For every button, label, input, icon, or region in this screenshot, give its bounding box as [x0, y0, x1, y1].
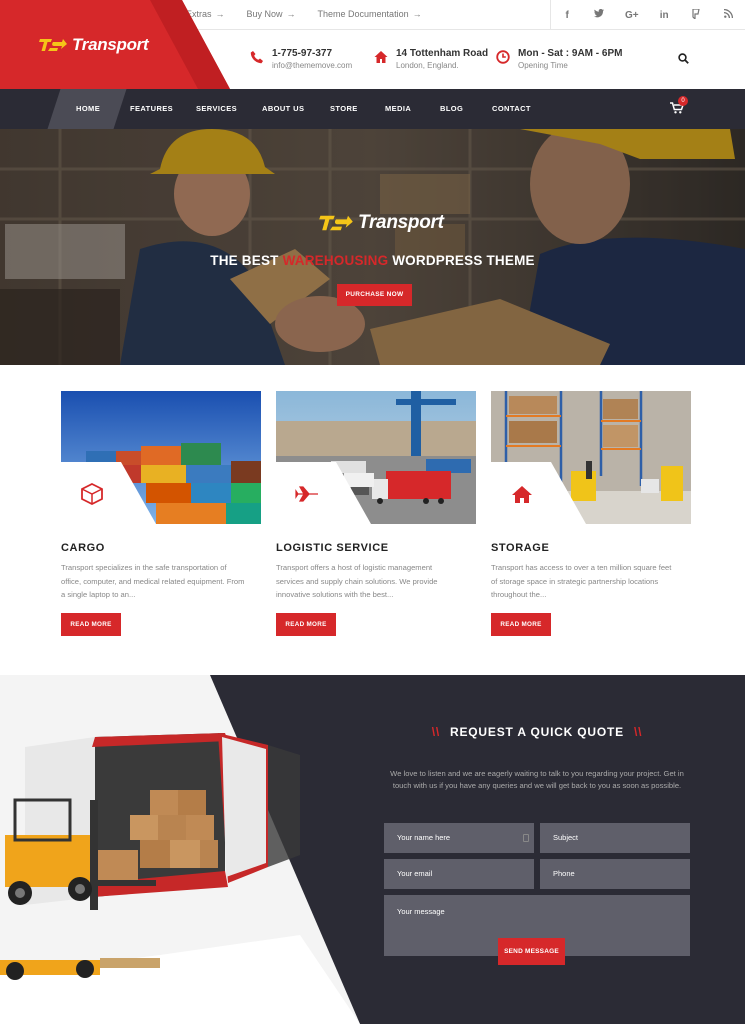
- search-icon[interactable]: [678, 53, 689, 64]
- hero-title-highlight: WAREHOUSING: [282, 253, 389, 268]
- logo-text: Transport: [72, 35, 149, 54]
- storage-image[interactable]: [491, 391, 691, 524]
- nav-item-media[interactable]: MEDIA: [385, 104, 411, 113]
- email-address: info@thememove.com: [272, 61, 353, 70]
- contact-hours: Mon - Sat : 9AM - 6PM Opening Time: [496, 48, 622, 70]
- phone-number: 1-775-97-377: [272, 48, 333, 59]
- quote-section: \\ REQUEST A QUICK QUOTE \\ We love to lis…: [0, 675, 745, 1024]
- top-link-theme-documentation[interactable]: Theme Documentation →: [318, 9, 422, 19]
- opening-hours: Mon - Sat : 9AM - 6PM: [518, 48, 623, 59]
- service-title[interactable]: LOGISTIC SERVICE: [276, 542, 389, 554]
- email-field[interactable]: Your email: [384, 859, 534, 889]
- nav-item-about-us[interactable]: ABOUT US: [262, 104, 304, 113]
- read-more-button[interactable]: READ MORE: [61, 613, 121, 636]
- address-line: 14 Tottenham Road: [396, 48, 489, 59]
- service-title[interactable]: CARGO: [61, 542, 105, 554]
- home-icon: [374, 51, 388, 63]
- rss-icon[interactable]: [722, 8, 736, 21]
- site-logo[interactable]: Transport: [38, 35, 149, 55]
- logo-mark-icon: [39, 39, 67, 51]
- hero-logo: Transport: [318, 212, 444, 234]
- hero-photo: [0, 129, 745, 365]
- cart-count-badge: 0: [678, 96, 688, 106]
- opening-time-label: Opening Time: [518, 61, 568, 70]
- hero-banner: Transport THE BEST WAREHOUSING WORDPRESS…: [0, 129, 745, 365]
- contact-phone: 1-775-97-377 info@thememove.com: [250, 48, 352, 70]
- phone-field[interactable]: Phone: [540, 859, 690, 889]
- nav-item-home[interactable]: HOME: [76, 104, 100, 113]
- main-nav: HOME FEATURES SERVICES ABOUT US STORE ME…: [0, 89, 745, 129]
- service-card-cargo: CARGO Transport specializes in the safe …: [61, 391, 261, 636]
- top-link-buy-now[interactable]: Buy Now →: [247, 9, 296, 19]
- contact-card-icon: [523, 834, 529, 842]
- linkedin-icon[interactable]: in: [657, 10, 671, 21]
- google-plus-icon[interactable]: G+: [625, 10, 639, 21]
- arrow-right-icon: →: [286, 9, 296, 19]
- logistic-image[interactable]: [276, 391, 476, 524]
- purchase-now-button[interactable]: PURCHASE NOW: [337, 284, 412, 306]
- nav-item-services[interactable]: SERVICES: [196, 104, 237, 113]
- nav-item-store[interactable]: STORE: [330, 104, 358, 113]
- quote-title: \\ REQUEST A QUICK QUOTE \\: [431, 725, 643, 739]
- subject-field[interactable]: Subject: [540, 823, 690, 853]
- cargo-image[interactable]: [61, 391, 261, 524]
- twitter-icon[interactable]: [592, 8, 606, 21]
- nav-item-blog[interactable]: BLOG: [440, 104, 463, 113]
- foursquare-icon[interactable]: [689, 7, 703, 22]
- cube-icon: [81, 483, 103, 505]
- quote-description: We love to listen and we are eagerly wai…: [390, 769, 684, 790]
- read-more-button[interactable]: READ MORE: [491, 613, 551, 636]
- service-card-storage: STORAGE Transport has access to over a t…: [491, 391, 691, 636]
- title-decoration-right: \\: [633, 725, 643, 739]
- service-title[interactable]: STORAGE: [491, 542, 549, 554]
- read-more-button[interactable]: READ MORE: [276, 613, 336, 636]
- contact-address: 14 Tottenham Road London, England.: [374, 48, 488, 70]
- nav-item-features[interactable]: FEATURES: [130, 104, 173, 113]
- social-links: f G+ in: [550, 0, 745, 30]
- name-field[interactable]: Your name here: [384, 823, 534, 853]
- logo-mark-icon: [319, 215, 353, 231]
- facebook-icon[interactable]: f: [560, 10, 574, 21]
- home-icon: [512, 486, 532, 503]
- nav-item-contact[interactable]: CONTACT: [492, 104, 531, 113]
- phone-icon: [250, 51, 263, 64]
- clock-icon: [496, 50, 510, 64]
- title-decoration-left: \\: [431, 725, 441, 739]
- arrow-right-icon: →: [412, 9, 422, 19]
- hero-logo-text: Transport: [358, 212, 444, 233]
- service-description: Transport has access to over a ten milli…: [491, 563, 672, 599]
- address-city: London, England.: [396, 61, 459, 70]
- service-description: Transport specializes in the safe transp…: [61, 563, 245, 599]
- send-message-button[interactable]: SEND MESSAGE: [498, 938, 565, 965]
- service-card-logistic: LOGISTIC SERVICE Transport offers a host…: [276, 391, 476, 636]
- service-description: Transport offers a host of logistic mana…: [276, 563, 438, 599]
- plane-icon: [295, 486, 318, 502]
- hero-title: THE BEST WAREHOUSING WORDPRESS THEME: [210, 253, 535, 268]
